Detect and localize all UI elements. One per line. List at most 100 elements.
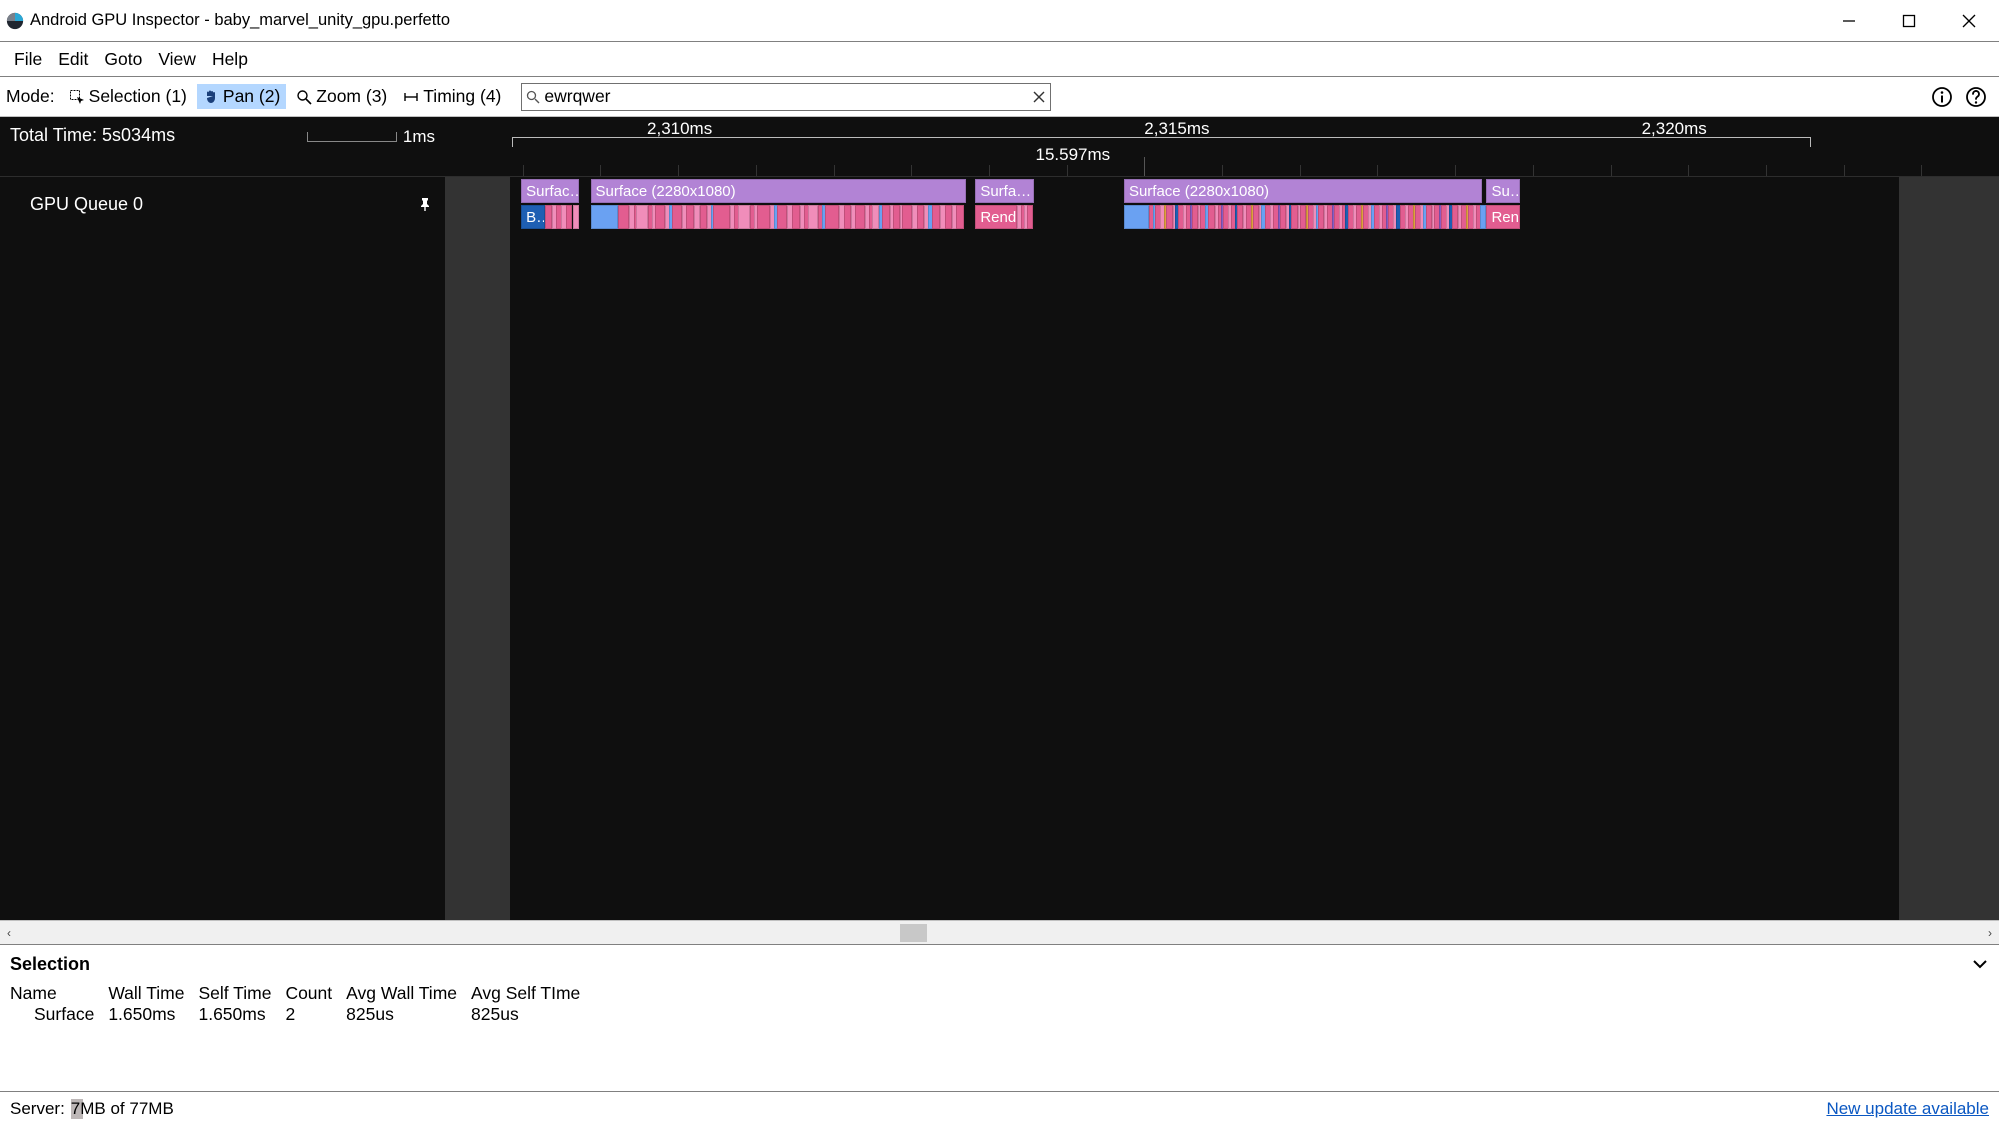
slice-surface[interactable]: Surfa… — [975, 179, 1033, 203]
ruler-range-bar — [512, 137, 1811, 147]
menu-view[interactable]: View — [150, 45, 204, 74]
slice[interactable] — [700, 205, 707, 229]
clear-search-icon[interactable] — [1032, 90, 1046, 104]
slice-surface[interactable]: Surface (2280x1080) — [591, 179, 966, 203]
ruler-tick-label: 2,320ms — [1642, 119, 1707, 139]
slice-surface[interactable]: Surface (2280x1080) — [1124, 179, 1482, 203]
slice-surface[interactable]: Surfac… — [521, 179, 579, 203]
slice[interactable] — [872, 205, 879, 229]
zoom-icon — [296, 89, 312, 105]
slice[interactable] — [808, 205, 818, 229]
col-name[interactable]: Name — [10, 983, 108, 1004]
cell-avg-self-time: 825us — [471, 1004, 594, 1025]
slice[interactable] — [655, 205, 665, 229]
col-wall-time[interactable]: Wall Time — [108, 983, 198, 1004]
slice-gap — [1045, 179, 1047, 203]
slice-gap — [1057, 179, 1060, 203]
pan-icon — [203, 89, 219, 105]
chevron-down-icon[interactable] — [1971, 955, 1989, 973]
scroll-thumb[interactable] — [900, 924, 927, 942]
slice[interactable] — [902, 205, 912, 229]
slice[interactable] — [636, 205, 647, 229]
minimize-button[interactable] — [1819, 0, 1879, 42]
search-box[interactable] — [521, 83, 1051, 111]
slice[interactable] — [882, 205, 890, 229]
help-button[interactable] — [1959, 80, 1993, 114]
table-row[interactable]: Surface 1.650ms 1.650ms 2 825us 825us — [10, 1004, 594, 1025]
slice[interactable]: Render — [975, 205, 1017, 229]
selection-icon — [69, 89, 85, 105]
slice[interactable] — [917, 205, 924, 229]
tool-pan-label: Pan (2) — [223, 86, 280, 107]
statusbar: Server: 7MB of 77MB New update available — [0, 1091, 1999, 1125]
slice[interactable] — [591, 205, 619, 229]
slice[interactable] — [1124, 205, 1149, 229]
info-button[interactable] — [1925, 80, 1959, 114]
slice[interactable] — [686, 205, 694, 229]
search-icon — [526, 90, 540, 104]
maximize-button[interactable] — [1879, 0, 1939, 42]
titlebar: Android GPU Inspector - baby_marvel_unit… — [0, 0, 1999, 42]
track-area[interactable]: Surfac… Surface (2280x1080) Surfa… Surface … — [445, 177, 1999, 920]
slice-gap — [1049, 179, 1054, 203]
slice[interactable] — [618, 205, 629, 229]
slice[interactable] — [1027, 205, 1033, 229]
slice[interactable] — [956, 205, 964, 229]
tool-pan[interactable]: Pan (2) — [197, 84, 286, 109]
slice-surface[interactable]: Su… — [1486, 179, 1519, 203]
left-scrub-region — [445, 177, 510, 920]
col-avg-wall-time[interactable]: Avg Wall Time — [346, 983, 471, 1004]
slice-gap — [586, 179, 588, 203]
time-ruler[interactable]: 2,310ms2,315ms2,320ms15.597ms — [445, 117, 1999, 176]
tool-selection[interactable]: Selection (1) — [63, 84, 193, 109]
slice[interactable] — [777, 205, 787, 229]
track-gpu-queue-0[interactable]: Surfac… Surface (2280x1080) Surfa… Surface … — [510, 177, 1899, 231]
slice-gap — [1078, 179, 1085, 203]
tool-timing-label: Timing (4) — [423, 86, 501, 107]
slice[interactable] — [738, 205, 751, 229]
menu-help[interactable]: Help — [204, 45, 256, 74]
tool-timing[interactable]: Timing (4) — [397, 84, 507, 109]
slice[interactable] — [573, 205, 579, 229]
slice[interactable] — [792, 205, 800, 229]
track-header-gpu-queue-0[interactable]: GPU Queue 0 — [0, 177, 445, 231]
slice[interactable] — [1166, 205, 1173, 229]
slice[interactable] — [545, 205, 552, 229]
slice[interactable] — [1208, 205, 1215, 229]
close-button[interactable] — [1939, 0, 1999, 42]
slice[interactable] — [672, 205, 682, 229]
horizontal-scrollbar[interactable]: ‹ › — [0, 920, 1999, 944]
pin-icon[interactable] — [417, 196, 433, 212]
slice[interactable] — [825, 205, 839, 229]
col-count[interactable]: Count — [285, 983, 346, 1004]
slice[interactable] — [566, 205, 573, 229]
selection-title: Selection — [10, 954, 90, 975]
tool-zoom-label: Zoom (3) — [316, 86, 387, 107]
tool-zoom[interactable]: Zoom (3) — [290, 84, 393, 109]
toolbar: Mode: Selection (1) Pan (2) Zoom (3) Tim… — [0, 77, 1999, 117]
col-avg-self-time[interactable]: Avg Self TIme — [471, 983, 594, 1004]
slice[interactable] — [757, 205, 770, 229]
slice[interactable]: Ren… — [1486, 205, 1519, 229]
slice[interactable] — [1480, 205, 1486, 229]
slice[interactable] — [844, 205, 851, 229]
cell-avg-wall-time: 825us — [346, 1004, 471, 1025]
slice-gap — [1066, 179, 1072, 203]
scroll-left-arrow[interactable]: ‹ — [0, 926, 18, 940]
slice[interactable] — [932, 205, 940, 229]
slice-gap — [1036, 179, 1038, 203]
slice[interactable] — [945, 205, 952, 229]
slice[interactable] — [713, 205, 730, 229]
slice[interactable] — [855, 205, 865, 229]
menu-goto[interactable]: Goto — [96, 45, 150, 74]
update-link[interactable]: New update available — [1826, 1099, 1989, 1119]
slice-gap — [1110, 179, 1113, 203]
menu-file[interactable]: File — [6, 45, 50, 74]
menu-edit[interactable]: Edit — [50, 45, 96, 74]
search-input[interactable] — [544, 86, 1032, 107]
scroll-right-arrow[interactable]: › — [1981, 926, 1999, 940]
slice[interactable] — [893, 205, 900, 229]
slice-gap — [1088, 179, 1089, 203]
slice[interactable]: B… — [521, 205, 545, 229]
col-self-time[interactable]: Self Time — [198, 983, 285, 1004]
